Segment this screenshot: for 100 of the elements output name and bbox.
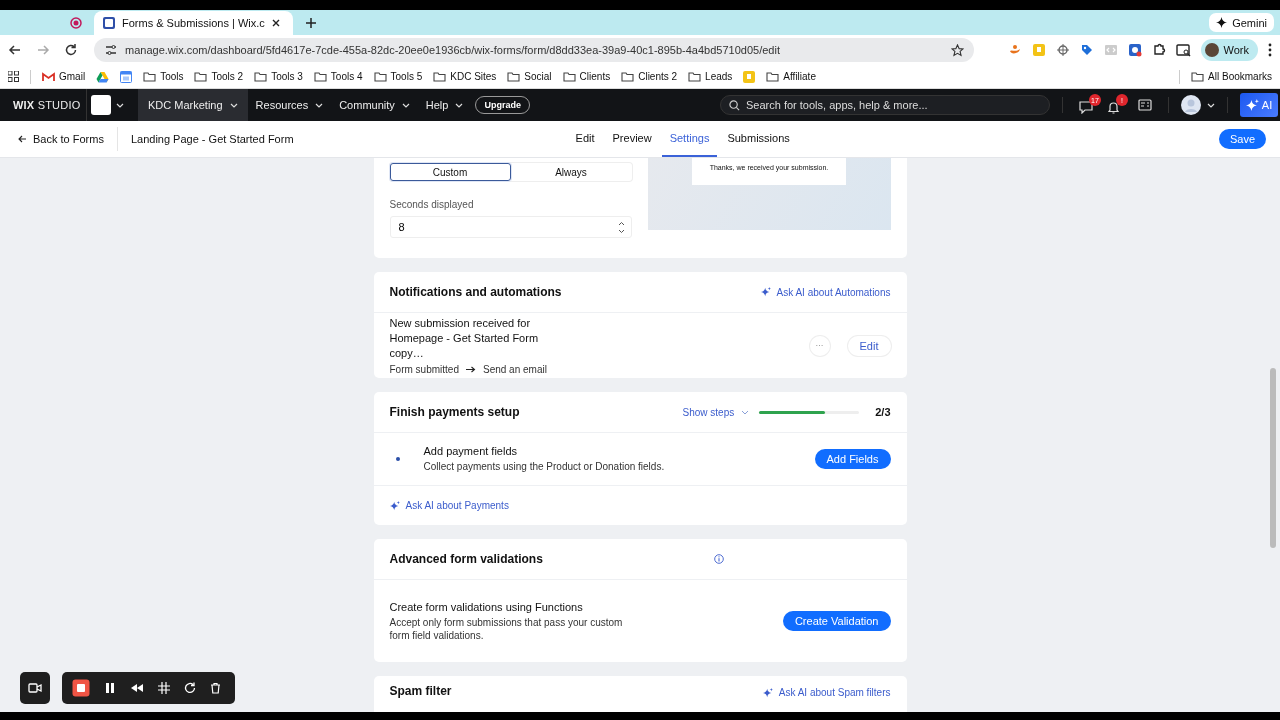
nav-tab[interactable]: Submissions bbox=[719, 121, 798, 157]
account-button[interactable] bbox=[1181, 95, 1215, 115]
video-camera-icon bbox=[28, 683, 42, 693]
folder-icon bbox=[194, 71, 208, 82]
ask-ai-link[interactable]: Ask AI about Spam filters bbox=[762, 687, 891, 698]
folder-icon bbox=[766, 71, 780, 82]
edit-button[interactable]: Edit bbox=[847, 335, 891, 356]
step-title: Add payment fields bbox=[423, 445, 519, 457]
site-settings-icon[interactable] bbox=[104, 43, 118, 57]
puzzle-icon[interactable] bbox=[1151, 43, 1166, 57]
bookmark-folder[interactable]: Clients bbox=[562, 71, 611, 82]
wix-studio-logo[interactable]: WIX STUDIO bbox=[0, 99, 86, 111]
folder-icon bbox=[507, 71, 521, 82]
segment-option[interactable]: Custom bbox=[389, 163, 511, 181]
search-icon bbox=[729, 100, 740, 111]
bookmark-folder[interactable]: Tools 2 bbox=[194, 71, 244, 82]
bookmark-folder[interactable]: Tools 5 bbox=[373, 71, 423, 82]
bookmark-folder[interactable]: Tools 4 bbox=[313, 71, 363, 82]
star-icon[interactable] bbox=[951, 43, 964, 57]
bell-icon bbox=[1107, 101, 1120, 114]
menu-icon[interactable] bbox=[1268, 43, 1272, 57]
reset-icon[interactable] bbox=[184, 682, 196, 694]
chevron-down-icon bbox=[315, 102, 324, 108]
more-button[interactable]: ··· bbox=[809, 335, 830, 356]
folder-icon bbox=[688, 71, 702, 82]
gemini-button[interactable]: Gemini bbox=[1209, 13, 1274, 32]
trash-icon[interactable] bbox=[210, 682, 221, 694]
profile-button[interactable]: Work bbox=[1200, 39, 1258, 61]
drive-icon[interactable] bbox=[96, 70, 110, 83]
site-menu[interactable]: KDC Marketing bbox=[138, 89, 248, 121]
avatar-icon bbox=[1181, 95, 1201, 115]
tag-icon[interactable] bbox=[1079, 43, 1094, 57]
chevron-down-icon bbox=[455, 102, 464, 108]
extension-icon[interactable] bbox=[1127, 43, 1142, 57]
back-icon[interactable] bbox=[8, 43, 22, 57]
sparkle-icon bbox=[1216, 17, 1228, 28]
calendar-icon[interactable] bbox=[120, 70, 133, 83]
nav-menu[interactable]: Help bbox=[417, 89, 472, 121]
bookmark-folder[interactable]: Tools 3 bbox=[254, 71, 303, 82]
contact-card-icon[interactable] bbox=[1138, 99, 1152, 111]
section-title: Notifications and automations bbox=[389, 285, 562, 299]
create-validation-button[interactable]: Create Validation bbox=[782, 611, 891, 631]
show-steps-button[interactable]: Show steps bbox=[682, 406, 750, 418]
sparkle-icon bbox=[760, 287, 771, 297]
stepper-icon[interactable] bbox=[617, 221, 625, 234]
chevron-down-icon bbox=[116, 102, 124, 108]
folder-icon bbox=[313, 71, 327, 82]
sparkle-icon bbox=[389, 500, 400, 511]
rewind-icon[interactable] bbox=[130, 683, 144, 693]
record-icon bbox=[70, 17, 82, 29]
ask-ai-link[interactable]: Ask AI about Payments bbox=[389, 500, 509, 511]
bookmark-folder[interactable]: Leads bbox=[688, 71, 733, 82]
folder-icon bbox=[621, 71, 635, 82]
nav-menu[interactable]: Resources bbox=[247, 89, 332, 121]
apps-icon[interactable] bbox=[8, 71, 19, 82]
folder-icon bbox=[1191, 71, 1205, 82]
bookmark-folder[interactable]: Tools bbox=[143, 71, 184, 82]
browser-tab[interactable]: Forms & Submissions | Wix.c bbox=[94, 11, 293, 35]
bookmark[interactable]: Gmail bbox=[42, 71, 86, 82]
close-icon[interactable] bbox=[270, 18, 281, 28]
tab-search-icon[interactable] bbox=[1175, 43, 1191, 57]
progress-count: 2/3 bbox=[875, 406, 891, 418]
sparkle-icon bbox=[762, 687, 773, 698]
search-field[interactable]: Search for tools, apps, help & more... bbox=[720, 95, 1050, 115]
segment-option[interactable]: Always bbox=[510, 163, 632, 181]
save-button[interactable]: Save bbox=[1218, 129, 1266, 149]
step-dot bbox=[395, 457, 400, 461]
info-icon[interactable] bbox=[714, 554, 725, 564]
ai-button[interactable]: AI bbox=[1240, 93, 1278, 117]
ask-ai-link[interactable]: Ask AI about Automations bbox=[760, 286, 891, 298]
nav-tab[interactable]: Preview bbox=[604, 121, 660, 157]
bookmark-folder[interactable]: Social bbox=[507, 71, 552, 82]
folder-icon bbox=[143, 71, 157, 82]
bookmark-folder[interactable]: Affiliate bbox=[766, 71, 816, 82]
mail-icon bbox=[42, 71, 55, 82]
nav-tab[interactable]: Edit bbox=[567, 121, 603, 157]
back-link[interactable]: Back to Forms bbox=[18, 133, 104, 145]
stop-button[interactable] bbox=[72, 679, 90, 697]
bookmark-folder[interactable]: All Bookmarks bbox=[1191, 71, 1272, 82]
bookmark-folder[interactable]: KDC Sites bbox=[433, 71, 497, 82]
grid-icon[interactable] bbox=[158, 682, 170, 694]
chevron-down-icon bbox=[401, 102, 410, 108]
pause-icon[interactable] bbox=[104, 682, 116, 694]
chevron-down-icon bbox=[229, 102, 238, 108]
nav-menu[interactable]: Community bbox=[331, 89, 418, 121]
folder-icon bbox=[373, 71, 387, 82]
reload-icon[interactable] bbox=[64, 43, 78, 57]
address-bar[interactable]: manage.wix.com/dashboard/5fd4617e-7cde-455a-82dc-20ee0e1936cb/wix-forms/form/d8dd33ea-39a9-40c1-895b-4a4bd5710d05/edit bbox=[94, 38, 974, 62]
bookmark-folder[interactable]: Clients 2 bbox=[621, 71, 678, 82]
number-field[interactable]: 8 bbox=[389, 216, 632, 238]
automation-action: Send an email bbox=[482, 364, 547, 375]
item-title: Create form validations using Functions bbox=[389, 600, 584, 613]
extension-icon[interactable] bbox=[1055, 43, 1070, 57]
form-name: Landing Page - Get Started Form bbox=[130, 133, 294, 145]
add-fields-button[interactable]: Add Fields bbox=[814, 449, 891, 469]
new-tab-icon[interactable] bbox=[304, 17, 317, 29]
camera-button[interactable] bbox=[20, 672, 50, 704]
item-description: Accept only form submissions that pass your custom form field validations. bbox=[389, 615, 624, 642]
arrow-icon bbox=[465, 366, 476, 373]
automation-title: New submission received for Homepage - Get Started Form copy… bbox=[389, 316, 540, 361]
